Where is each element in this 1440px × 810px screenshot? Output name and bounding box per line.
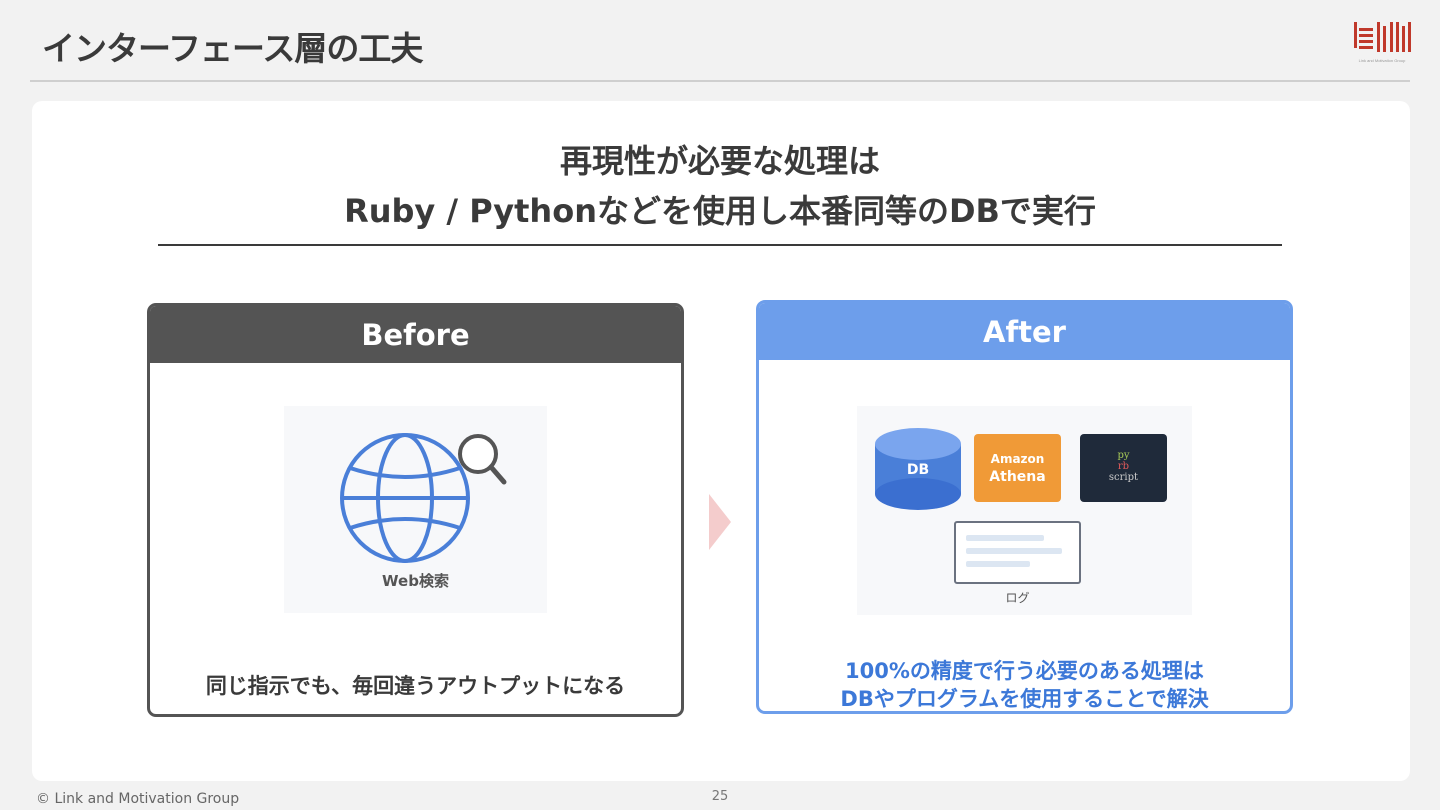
before-caption: 同じ指示でも、毎回違うアウトプットになる [205, 674, 626, 698]
code-line-script: script [1108, 472, 1139, 483]
code-scripts-icon: py rb script [1080, 434, 1167, 502]
db-program-illustration: DB Amazon Athena py rb script ログ [857, 406, 1192, 615]
after-caption-line-1: 100%の精度で行う必要のある処理は [845, 659, 1204, 683]
headline-line-2: Ruby / Pythonなどを使用し本番同等のDBで実行 [344, 192, 1096, 230]
code-line-rb: rb [1117, 461, 1130, 472]
code-line-py: py [1117, 450, 1130, 461]
log-document-icon [954, 521, 1081, 584]
company-logo: Link and Motivation Group [1354, 22, 1411, 63]
web-search-illustration: Web検索 [284, 406, 547, 613]
web-search-label: Web検索 [382, 572, 449, 590]
amazon-athena-icon: Amazon Athena [974, 434, 1061, 502]
title-divider [30, 80, 1410, 82]
logo-caption: Link and Motivation Group [1359, 58, 1406, 63]
database-icon: DB [873, 428, 963, 516]
log-label: ログ [1005, 591, 1030, 605]
headline-line-1: 再現性が必要な処理は [559, 142, 880, 180]
log-line [966, 548, 1062, 554]
athena-line-1: Amazon [990, 451, 1045, 466]
after-card: After DB Amazon Athena py rb script ログ 1… [756, 300, 1293, 714]
athena-line-2: Athena [989, 468, 1046, 485]
page-number: 25 [711, 789, 729, 804]
after-header: After [759, 303, 1290, 360]
before-card: Before Web検索 同じ指示でも、毎回違うアウトプットになる [147, 303, 684, 717]
slide-title: インターフェース層の工夫 [42, 29, 423, 68]
headline-divider [158, 244, 1282, 246]
magnifier-icon [458, 434, 507, 485]
db-label: DB [906, 462, 930, 478]
transition-arrow-icon [709, 494, 731, 550]
after-caption: 100%の精度で行う必要のある処理は DBやプログラムを使用することで解決 [759, 657, 1290, 711]
after-caption-line-2: DBやプログラムを使用することで解決 [840, 687, 1209, 711]
footer-copyright: © Link and Motivation Group [36, 791, 240, 807]
log-line [966, 561, 1030, 567]
log-line [966, 535, 1044, 541]
before-header: Before [150, 306, 681, 363]
